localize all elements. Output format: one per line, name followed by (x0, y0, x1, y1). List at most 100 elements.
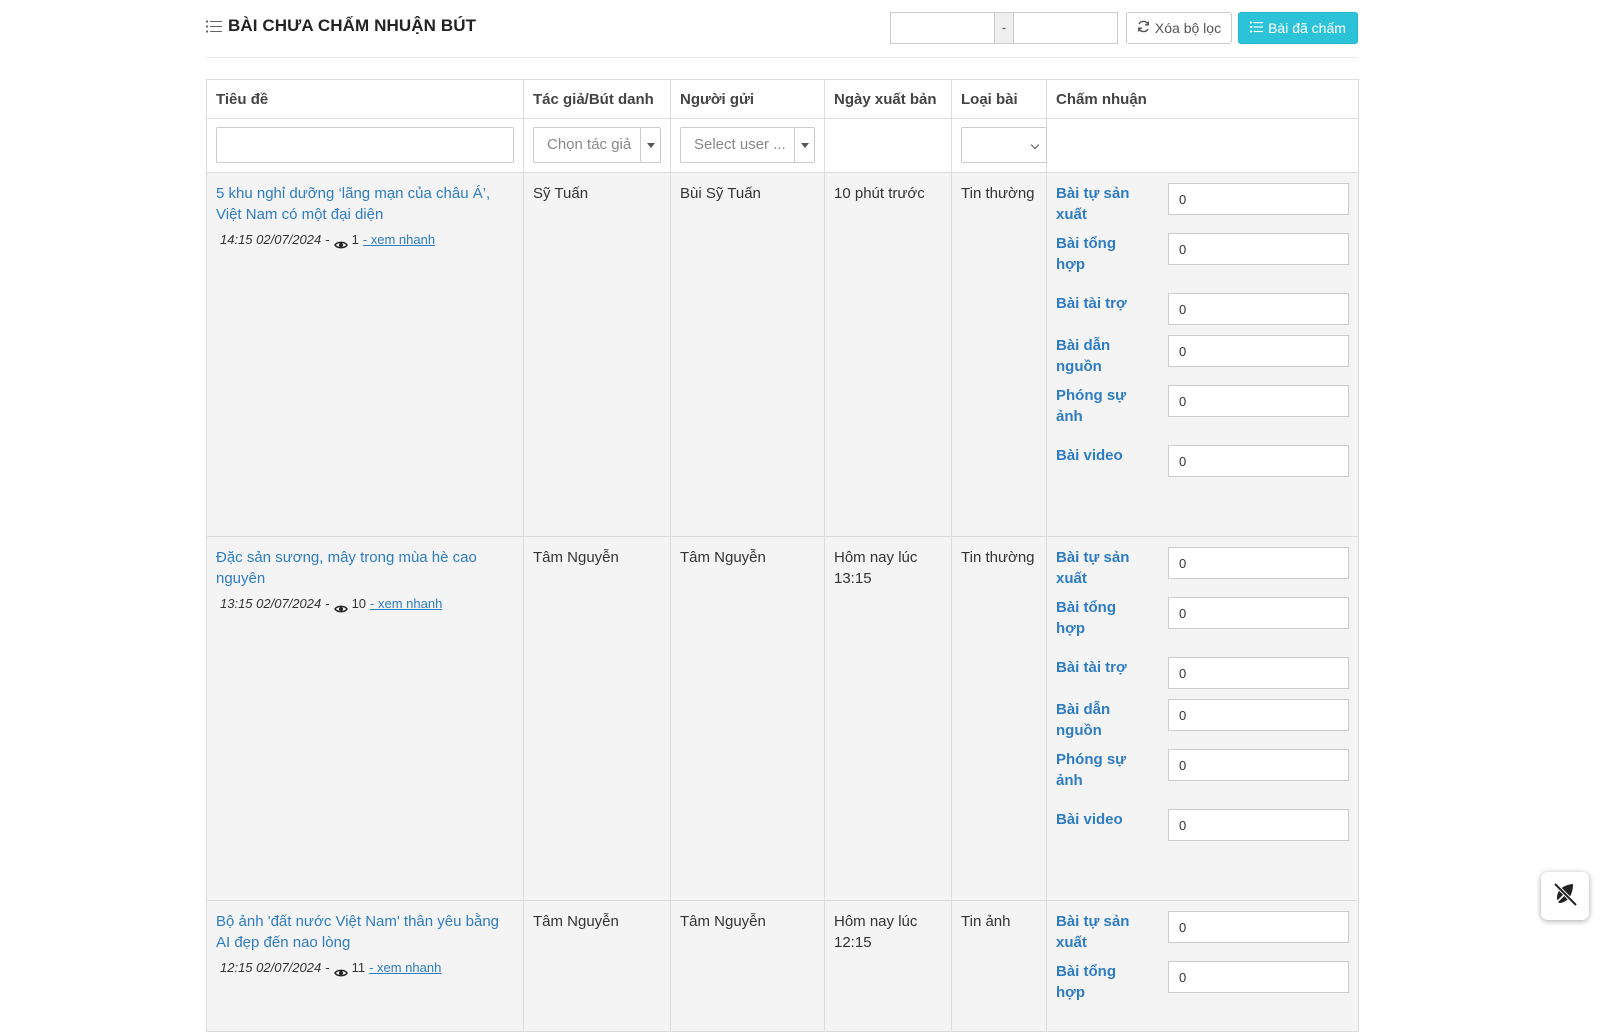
score-row: Bài tài trợ (1056, 293, 1349, 325)
score-row: Bài tổng hợp (1056, 961, 1349, 1003)
score-row: Bài dẫn nguồn (1056, 699, 1349, 741)
score-label[interactable]: Phóng sự ảnh (1056, 385, 1146, 427)
score-row: Bài tự sản xuất (1056, 911, 1349, 953)
type-cell: Tin thường (951, 536, 1047, 901)
page-title-text: BÀI CHƯA CHẤM NHUẬN BÚT (228, 16, 477, 35)
articles-table: Tiêu đề Tác giả/Bút danh Người gửi Ngày … (206, 79, 1359, 1032)
score-label[interactable]: Bài tài trợ (1056, 657, 1146, 678)
article-title-link[interactable]: Bộ ảnh 'đất nước Việt Nam' thân yêu bằng… (216, 911, 514, 953)
page-header: BÀI CHƯA CHẤM NHUẬN BÚT - Xóa bộ lọc Bài… (206, 0, 1358, 58)
author-filter-placeholder: Chọn tác giả (547, 136, 632, 153)
score-label[interactable]: Bài tự sản xuất (1056, 911, 1146, 953)
score-label[interactable]: Bài tổng hợp (1056, 233, 1146, 275)
author-cell: Sỹ Tuấn (523, 172, 671, 537)
caret-down-icon[interactable] (640, 128, 660, 162)
publish-date-cell: 10 phút trước (824, 172, 952, 537)
clear-filter-button[interactable]: Xóa bộ lọc (1126, 12, 1232, 44)
date-from-input[interactable] (890, 12, 995, 44)
article-meta: 14:15 02/07/2024- 1 - xem nhanh (216, 229, 514, 250)
eye-icon (333, 963, 348, 976)
score-label[interactable]: Bài tổng hợp (1056, 597, 1146, 639)
author-filter-select[interactable]: Chọn tác giả (533, 127, 661, 163)
score-input[interactable] (1168, 657, 1349, 689)
score-input[interactable] (1168, 961, 1349, 993)
refresh-icon (1137, 20, 1150, 36)
score-row: Phóng sự ảnh (1056, 385, 1349, 427)
score-row: Phóng sự ảnh (1056, 749, 1349, 791)
author-cell: Tâm Nguyễn (523, 536, 671, 901)
score-label[interactable]: Bài tự sản xuất (1056, 547, 1146, 589)
article-views: 11 (351, 960, 366, 975)
clear-filter-label: Xóa bộ lọc (1154, 20, 1222, 36)
page-title: BÀI CHƯA CHẤM NHUẬN BÚT (206, 16, 476, 36)
article-title-link[interactable]: Đặc sản sương, mây trong mùa hè cao nguy… (216, 547, 514, 589)
column-header-title: Tiêu đề (206, 79, 524, 119)
score-input[interactable] (1168, 749, 1349, 781)
sender-filter-placeholder: Select user ... (694, 136, 786, 153)
sender-cell: Tâm Nguyễn (670, 536, 825, 901)
score-label[interactable]: Bài dẫn nguồn (1056, 699, 1146, 741)
quick-view-link[interactable]: - xem nhanh (363, 229, 435, 250)
score-input[interactable] (1168, 809, 1349, 841)
score-input[interactable] (1168, 699, 1349, 731)
score-input[interactable] (1168, 293, 1349, 325)
title-cell: Đặc sản sương, mây trong mùa hè cao nguy… (206, 536, 524, 901)
article-title-link[interactable]: 5 khu nghỉ dưỡng ‘lãng mạn của châu Á’, … (216, 183, 514, 225)
publish-date-cell: Hôm nay lúc 12:15 (824, 900, 952, 1032)
date-range-separator: - (995, 12, 1013, 44)
article-time: 13:15 02/07/2024 (220, 596, 322, 611)
filter-cell-sender: Select user ... (670, 118, 825, 173)
leaf-slash-icon (1551, 880, 1579, 913)
title-filter-input[interactable] (216, 127, 514, 163)
score-label[interactable]: Bài tổng hợp (1056, 961, 1146, 1003)
article-meta: 12:15 02/07/2024- 11- xem nhanh (216, 957, 514, 978)
score-label[interactable]: Bài tự sản xuất (1056, 183, 1146, 225)
quick-view-link[interactable]: - xem nhanh (370, 593, 442, 614)
score-label[interactable]: Bài video (1056, 445, 1146, 466)
score-input[interactable] (1168, 183, 1349, 215)
sender-filter-select[interactable]: Select user ... (680, 127, 815, 163)
score-input[interactable] (1168, 911, 1349, 943)
sender-cell: Bùi Sỹ Tuấn (670, 172, 825, 537)
article-meta: 13:15 02/07/2024- 10- xem nhanh (216, 593, 514, 614)
score-row: Bài tài trợ (1056, 657, 1349, 689)
score-label[interactable]: Bài video (1056, 809, 1146, 830)
score-input[interactable] (1168, 547, 1349, 579)
score-label[interactable]: Phóng sự ảnh (1056, 749, 1146, 791)
score-row: Bài video (1056, 809, 1349, 841)
score-label[interactable]: Bài tài trợ (1056, 293, 1146, 314)
meta-dash: - (325, 232, 330, 247)
article-time: 14:15 02/07/2024 (220, 232, 322, 247)
table-row: Đặc sản sương, mây trong mùa hè cao nguy… (206, 536, 1359, 901)
score-input[interactable] (1168, 597, 1349, 629)
score-input[interactable] (1168, 445, 1349, 477)
date-to-input[interactable] (1013, 12, 1118, 44)
score-cell: Bài tự sản xuất Bài tổng hợp Bài tài trợ Bà… (1046, 536, 1359, 901)
score-row: Bài tổng hợp (1056, 597, 1349, 639)
score-input[interactable] (1168, 335, 1349, 367)
score-input[interactable] (1168, 385, 1349, 417)
author-cell: Tâm Nguyễn (523, 900, 671, 1032)
score-label[interactable]: Bài dẫn nguồn (1056, 335, 1146, 377)
graded-articles-button[interactable]: Bài đã chấm (1238, 12, 1358, 44)
title-cell: Bộ ảnh 'đất nước Việt Nam' thân yêu bằng… (206, 900, 524, 1032)
column-header-publish-date: Ngày xuất bản (824, 79, 952, 119)
score-cell: Bài tự sản xuất Bài tổng hợp (1046, 900, 1359, 1032)
list-icon (1250, 20, 1264, 36)
quick-view-link[interactable]: - xem nhanh (369, 957, 441, 978)
title-cell: 5 khu nghỉ dưỡng ‘lãng mạn của châu Á’, … (206, 172, 524, 537)
score-input[interactable] (1168, 233, 1349, 265)
meta-dash: - (325, 596, 330, 611)
filter-cell-author: Chọn tác giả (523, 118, 671, 173)
caret-down-icon[interactable] (794, 128, 814, 162)
filter-cell-title (206, 118, 524, 173)
type-filter-select[interactable] (961, 127, 1047, 163)
meta-dash: - (325, 960, 330, 975)
date-range-filter: - (890, 12, 1118, 44)
list-icon (206, 20, 222, 33)
article-time: 12:15 02/07/2024 (220, 960, 322, 975)
table-row: Bộ ảnh 'đất nước Việt Nam' thân yêu bằng… (206, 900, 1359, 1032)
type-cell: Tin thường (951, 172, 1047, 537)
floating-action-button[interactable] (1541, 872, 1589, 920)
score-row: Bài tự sản xuất (1056, 547, 1349, 589)
